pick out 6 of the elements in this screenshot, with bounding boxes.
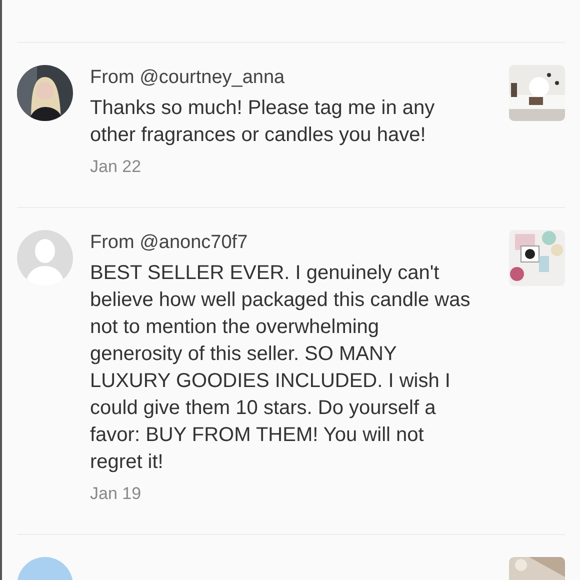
sender-name[interactable]: From @courtney_anna: [90, 67, 473, 89]
comment-text: BEST SELLER EVER. I genuinely can't believe how well packaged this candle was not to mention the overwhelming generosity of this seller. SO MANY LUXURY GOODIES INCLUDED. I wish I could give them 10 stars. Do yourself a favor: BUY FROM THEM! You will not regret it!: [90, 261, 472, 475]
comment-date: Jan 22: [90, 157, 142, 177]
sender-name[interactable]: From @anonc70f7: [90, 232, 473, 254]
comment-date: Jan 19: [90, 484, 142, 504]
comment-text: Thanks so much! Please tag me in any other fragrances or candles you have!: [90, 96, 436, 148]
